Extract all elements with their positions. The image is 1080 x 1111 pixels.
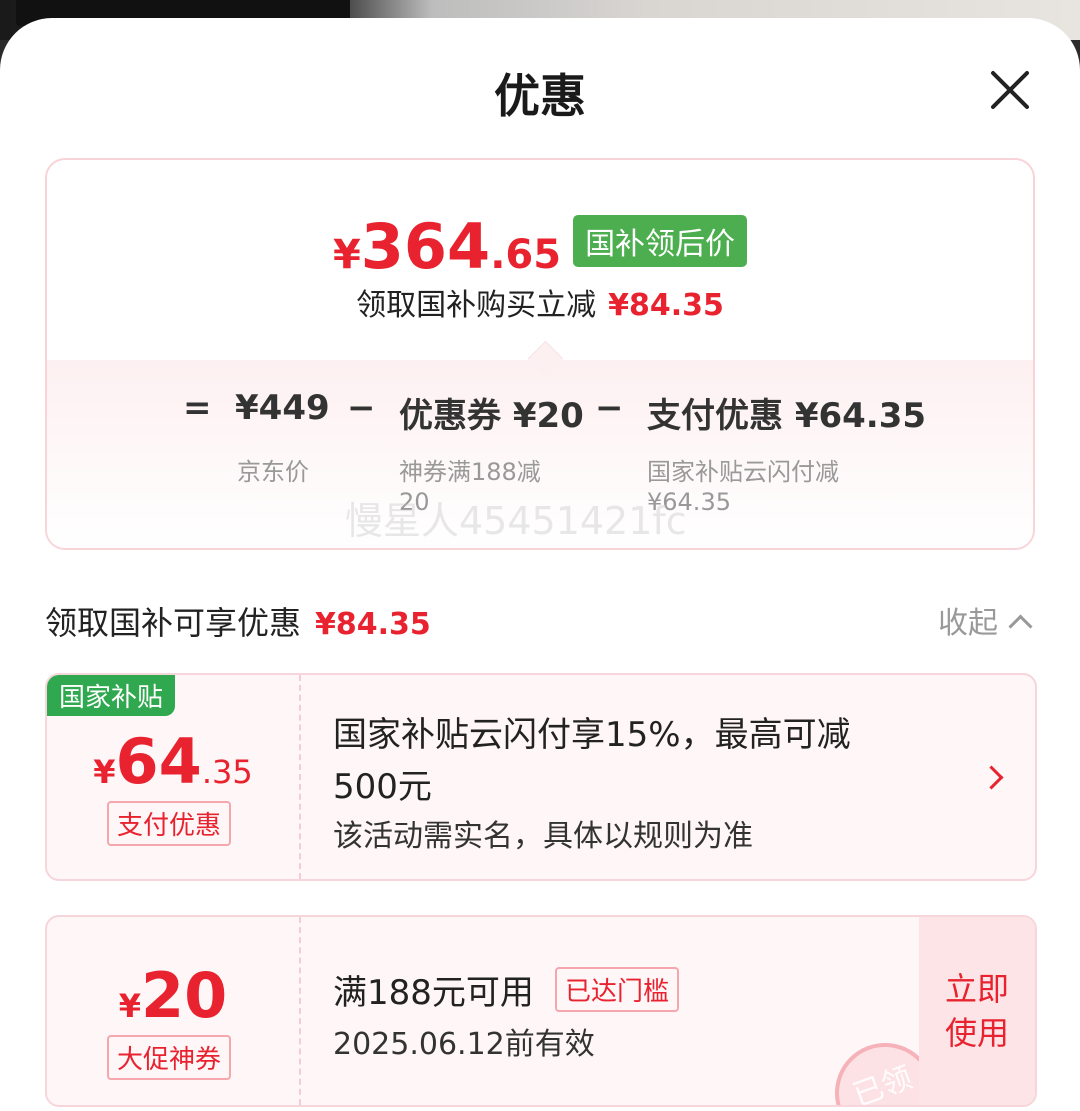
calc-jd-price-label: 京东价 — [237, 458, 309, 486]
coupon-amount: ¥20 — [47, 959, 299, 1032]
calc-coupon-desc: 神券满188减 — [399, 458, 541, 486]
subsidy-title-line2: 500元 — [333, 767, 432, 807]
section-title-text: 领取国补可享优惠 — [45, 604, 302, 642]
price-currency: ¥ — [332, 232, 361, 278]
subsidy-badge: 国家补贴 — [47, 675, 176, 716]
section-title: 领取国补可享优惠 ¥84.35 — [45, 598, 431, 644]
calc-minus-2: − — [595, 388, 624, 428]
calc-minus-1: − — [347, 388, 376, 428]
chevron-right-icon[interactable] — [979, 765, 1004, 790]
card-divider — [299, 675, 301, 879]
calc-jd-price: ¥449 — [235, 388, 330, 428]
reduction-amount: ¥84.35 — [608, 288, 724, 323]
sheet-title: 优惠 — [494, 69, 586, 123]
subsidy-amount: ¥64.35 — [47, 725, 299, 798]
calc-pay-discount: 支付优惠 ¥64.35 — [647, 396, 927, 436]
subsidy-note: 该活动需实名，具体以规则为准 — [333, 819, 753, 854]
reduction-text: 领取国补购买立减 — [356, 288, 597, 323]
section-amount: ¥84.35 — [315, 607, 431, 642]
calc-pay-desc: 国家补贴云闪付减 — [647, 458, 839, 486]
chevron-up-icon — [1008, 614, 1033, 639]
threshold-met-tag: 已达门槛 — [555, 967, 680, 1012]
calc-coupon: 优惠券 ¥20 — [399, 396, 584, 436]
price-summary-box: ¥364.65 国补领后价 领取国补购买立减 ¥84.35 = ¥449 − 优惠券… — [45, 158, 1035, 550]
price-decimal: .65 — [490, 232, 562, 278]
coupon-amount-int: 20 — [140, 959, 228, 1032]
coupon-type-tag: 大促神券 — [107, 1035, 232, 1080]
subsidy-card[interactable]: 国家补贴 ¥64.35 支付优惠 国家补贴云闪付享15%，最高可减 500元 该… — [45, 673, 1037, 881]
use-now-line1: 立即 — [944, 970, 1009, 1008]
final-price: ¥364.65 国补领后价 — [47, 210, 1033, 283]
subsidy-price-tag: 国补领后价 — [573, 215, 748, 267]
reduction-line: 领取国补购买立减 ¥84.35 — [47, 280, 1033, 324]
close-icon[interactable] — [986, 66, 1034, 114]
coupon-validity: 2025.06.12前有效 — [333, 1027, 595, 1062]
subsidy-currency: ¥ — [93, 753, 116, 791]
calc-equals: = — [183, 388, 212, 428]
use-now-button[interactable]: 立即 使用 — [919, 917, 1035, 1105]
collapse-label: 收起 — [938, 606, 998, 641]
discount-sheet: 优惠 ¥364.65 国补领后价 领取国补购买立减 ¥84.35 = ¥449 − … — [0, 18, 1080, 1111]
coupon-currency: ¥ — [118, 987, 141, 1025]
pay-discount-tag: 支付优惠 — [107, 801, 232, 846]
subsidy-amount-int: 64 — [115, 725, 202, 798]
subsidy-title-line1: 国家补贴云闪付享15%，最高可减 — [333, 715, 851, 755]
coupon-condition: 满188元可用 — [333, 973, 534, 1013]
coupon-card: ¥20 大促神券 满188元可用 已达门槛 2025.06.12前有效 已领 立… — [45, 915, 1037, 1107]
use-now-line2: 使用 — [944, 1014, 1009, 1052]
price-integer: 364 — [360, 210, 491, 283]
collapse-button[interactable]: 收起 — [938, 598, 1033, 642]
watermark: 慢星人45451421fc — [345, 499, 687, 543]
subsidy-amount-dec: .35 — [201, 753, 253, 791]
card-divider — [299, 917, 301, 1105]
